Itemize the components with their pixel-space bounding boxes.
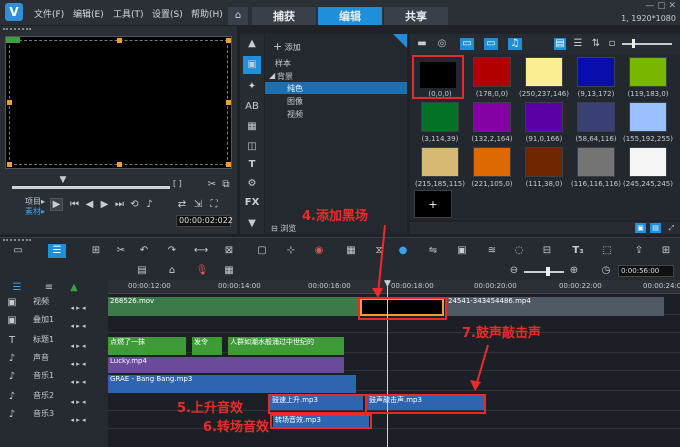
annotation-arrows <box>372 224 489 391</box>
